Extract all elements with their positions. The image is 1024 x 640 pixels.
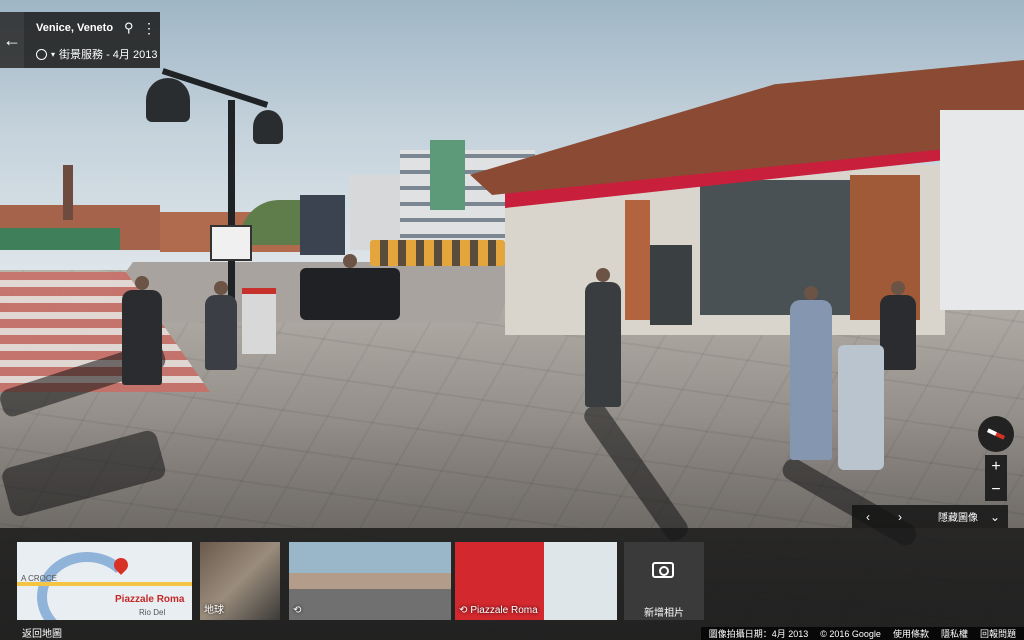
- double-chevron-down-icon[interactable]: ⌄: [990, 510, 1000, 524]
- tram: [0, 228, 120, 250]
- pano-label: Piazzale Roma: [470, 605, 538, 616]
- add-photo-label: 新增相片: [644, 608, 684, 619]
- chevron-left-icon[interactable]: ‹: [852, 510, 884, 524]
- pano-thumbnail[interactable]: ⟲ Piazzale Roma: [455, 542, 617, 620]
- compass-icon: [986, 428, 1006, 440]
- map-place-label: Piazzale Roma: [115, 594, 185, 605]
- panorama-icon: ⟲: [293, 605, 302, 616]
- back-to-map-link[interactable]: 返回地圖: [22, 625, 62, 640]
- footer: 圖像拍攝日期：4月 2013 © 2016 Google 使用條款 隱私權 回報…: [700, 627, 1024, 640]
- location-pin-icon[interactable]: ⚲: [124, 20, 134, 36]
- crowd: [300, 254, 400, 320]
- pedestrian: [122, 276, 162, 385]
- garment-bag: [838, 345, 884, 470]
- map-label-rio: Rio Del: [139, 608, 166, 617]
- building-green-panel: [430, 140, 465, 210]
- photo-thumbnail[interactable]: ⟲: [289, 542, 451, 620]
- add-photo-button[interactable]: 新增相片: [624, 542, 704, 620]
- panorama-icon: ⟲: [459, 605, 468, 616]
- time-travel-control[interactable]: ▾ 街景服務 - 4月 2013: [36, 46, 157, 62]
- pedestrian: [880, 281, 916, 370]
- compass-button[interactable]: [978, 416, 1014, 452]
- zoom-control: + −: [985, 455, 1007, 501]
- chimney: [63, 165, 73, 220]
- lamp-head: [253, 110, 283, 144]
- camera-plus-icon: [652, 562, 674, 578]
- globe-label: 地球: [204, 605, 224, 616]
- globe-thumbnail[interactable]: 地球: [200, 542, 280, 620]
- pano-label-wrap: ⟲ Piazzale Roma: [459, 605, 538, 616]
- arrow-left-icon: ←: [3, 29, 21, 50]
- building-white: [350, 175, 405, 250]
- terms-link[interactable]: 使用條款: [893, 627, 929, 640]
- copyright: © 2016 Google: [820, 628, 881, 639]
- zoom-out-button[interactable]: −: [991, 478, 1000, 501]
- pedestrian: [205, 281, 237, 370]
- bus: [370, 240, 505, 266]
- more-vert-icon[interactable]: ⋮: [142, 20, 156, 37]
- place-name[interactable]: Venice, Veneto: [36, 22, 113, 34]
- map-thumbnail[interactable]: A CROCE Piazzale Roma Rio Del: [17, 542, 192, 620]
- pedestrian: [585, 268, 621, 407]
- kiosk-window: [700, 180, 870, 315]
- clock-icon: [36, 48, 47, 60]
- pedestrian: [790, 286, 832, 460]
- dropdown-arrow-icon: ▾: [51, 49, 56, 59]
- building-dark: [300, 195, 345, 255]
- back-button[interactable]: ←: [0, 12, 24, 68]
- kiosk-door: [650, 245, 692, 325]
- privacy-link[interactable]: 隱私權: [941, 627, 968, 640]
- caption: 街景服務 - 4月 2013: [59, 49, 158, 61]
- lamp-head: [146, 78, 190, 122]
- canopy-right: [940, 110, 1024, 310]
- traffic-sign: [210, 225, 252, 261]
- zoom-in-button[interactable]: +: [991, 455, 1000, 478]
- report-link[interactable]: 回報問題: [980, 627, 1016, 640]
- map-label-croce: A CROCE: [21, 574, 58, 583]
- chevron-right-icon[interactable]: ›: [884, 510, 916, 524]
- capture-date: 圖像拍攝日期：4月 2013: [708, 629, 809, 639]
- trash-bin: [242, 288, 276, 354]
- hide-imagery-button[interactable]: 隱藏圖像: [938, 509, 978, 524]
- filmstrip-header: ‹ › 隱藏圖像 ⌄: [852, 505, 1008, 528]
- kiosk-pillar: [625, 200, 650, 320]
- location-panel: ← Venice, Veneto ⚲ ⋮ ▾ 街景服務 - 4月 2013: [0, 12, 160, 68]
